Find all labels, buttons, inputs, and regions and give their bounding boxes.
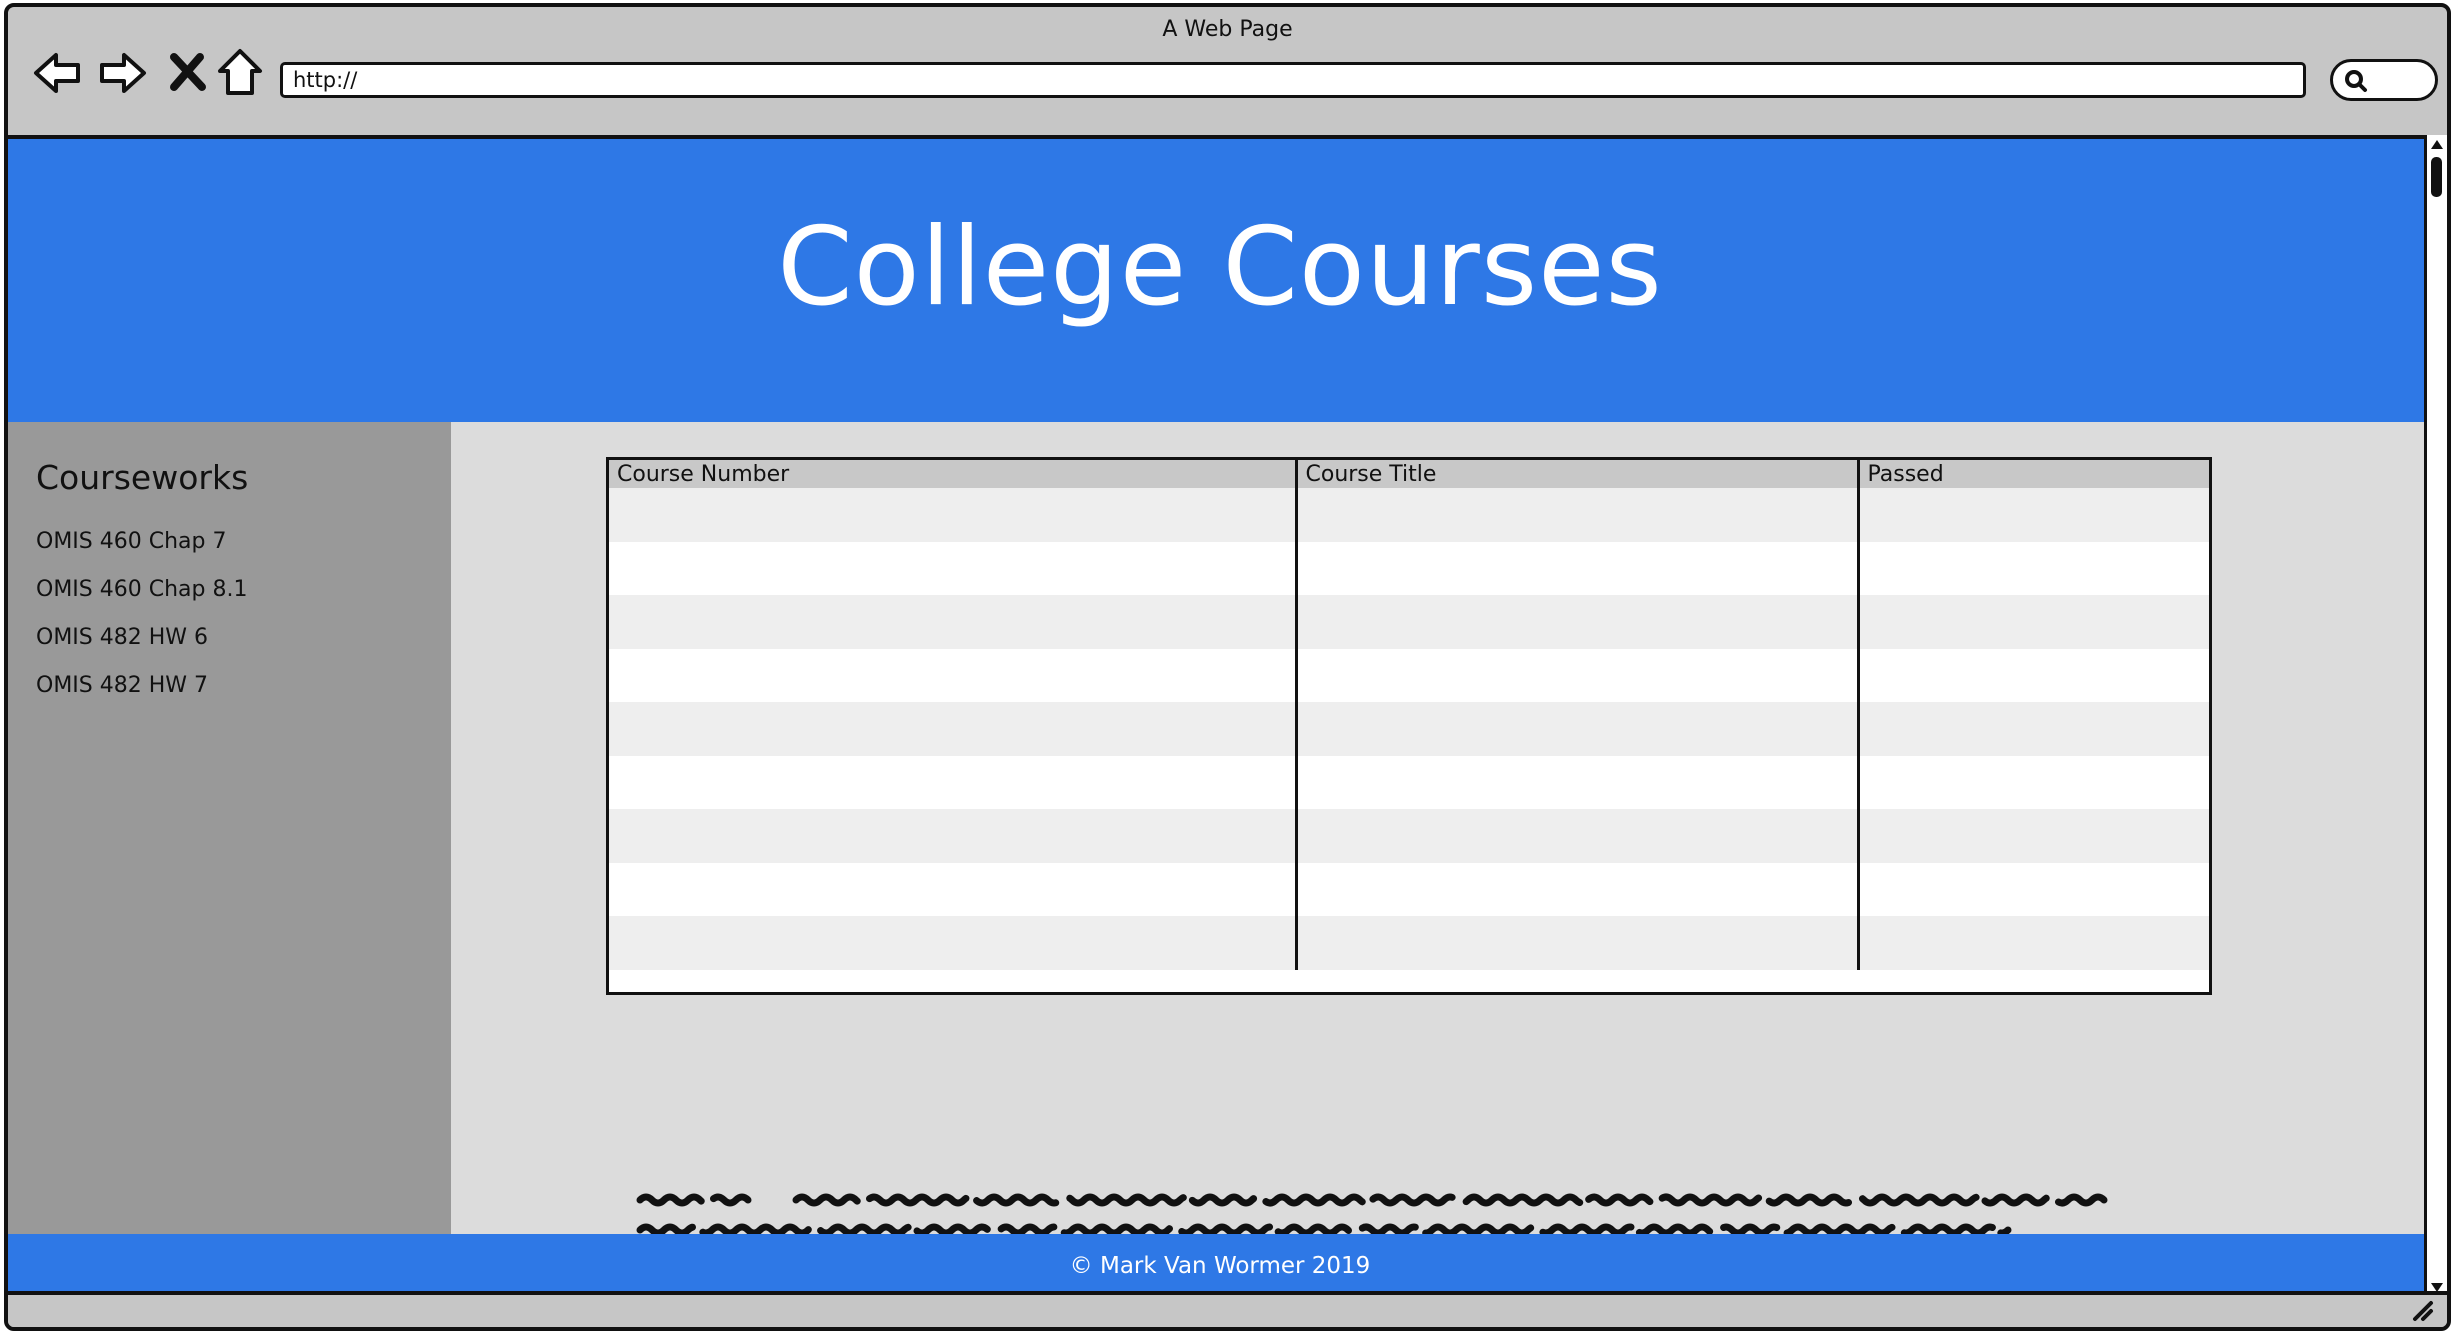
table-row[interactable]	[609, 702, 2209, 756]
sidebar-list: OMIS 460 Chap 7 OMIS 460 Chap 8.1 OMIS 4…	[36, 527, 247, 719]
table-row[interactable]	[609, 488, 2209, 542]
resize-grip-icon[interactable]	[2409, 1297, 2437, 1323]
table-cell	[1296, 916, 1860, 970]
sidebar-item-omis-482-hw-6[interactable]: OMIS 482 HW 6	[36, 623, 247, 671]
sidebar-heading: Courseworks	[36, 458, 249, 497]
status-bar	[8, 1291, 2447, 1327]
table-cell	[609, 595, 1298, 649]
table-cell	[1296, 488, 1860, 542]
page-content: College Courses Courseworks OMIS 460 Cha…	[8, 135, 2432, 1299]
page-title: College Courses	[777, 205, 1663, 330]
table-cell	[1858, 541, 2209, 595]
page-header: College Courses	[8, 139, 2432, 422]
table-cell	[609, 648, 1298, 702]
table-cell	[609, 862, 1298, 916]
search-button[interactable]	[2330, 59, 2438, 101]
sidebar-item-omis-482-hw-7[interactable]: OMIS 482 HW 7	[36, 671, 247, 719]
column-header-passed[interactable]: Passed	[1858, 460, 2209, 488]
table-row[interactable]	[609, 809, 2209, 863]
table-cell	[1858, 809, 2209, 863]
column-header-course-title[interactable]: Course Title	[1296, 460, 1860, 488]
table-cell	[1858, 862, 2209, 916]
table-body	[609, 488, 2209, 970]
table-row[interactable]	[609, 648, 2209, 702]
table-cell	[1858, 755, 2209, 809]
table-cell	[1296, 595, 1860, 649]
back-icon[interactable]	[30, 45, 86, 101]
table-cell	[1296, 648, 1860, 702]
table-cell	[1296, 862, 1860, 916]
sidebar-item-omis-460-chap-7[interactable]: OMIS 460 Chap 7	[36, 527, 247, 575]
table-cell	[609, 755, 1298, 809]
browser-window: A Web Page http:// College Courses Cours…	[4, 3, 2451, 1331]
table-row[interactable]	[609, 916, 2209, 970]
table-cell	[1296, 755, 1860, 809]
table-cell	[1296, 541, 1860, 595]
scroll-up-icon[interactable]	[2429, 137, 2445, 151]
vertical-scrollbar[interactable]	[2424, 135, 2447, 1299]
table-cell	[1858, 488, 2209, 542]
table-cell	[1858, 916, 2209, 970]
sidebar-item-omis-460-chap-8-1[interactable]: OMIS 460 Chap 8.1	[36, 575, 247, 623]
table-cell	[609, 809, 1298, 863]
table-row[interactable]	[609, 595, 2209, 649]
close-icon[interactable]	[160, 45, 216, 101]
forward-icon[interactable]	[94, 45, 150, 101]
search-icon	[2345, 70, 2367, 92]
window-title: A Web Page	[1162, 17, 1293, 42]
table-cell	[609, 541, 1298, 595]
table-row[interactable]	[609, 755, 2209, 809]
table-cell	[609, 916, 1298, 970]
page-footer: © Mark Van Wormer 2019	[8, 1234, 2432, 1299]
table-cell	[609, 488, 1298, 542]
sidebar: Courseworks OMIS 460 Chap 7 OMIS 460 Cha…	[8, 422, 451, 1234]
table-cell	[1858, 648, 2209, 702]
column-header-course-number[interactable]: Course Number	[609, 460, 1298, 488]
table-row[interactable]	[609, 541, 2209, 595]
table-cell	[1858, 595, 2209, 649]
url-field[interactable]: http://	[280, 62, 2306, 98]
table-cell	[1296, 809, 1860, 863]
table-cell	[1858, 702, 2209, 756]
table-row[interactable]	[609, 862, 2209, 916]
scroll-thumb[interactable]	[2431, 157, 2442, 197]
table-cell	[609, 702, 1298, 756]
courses-table: Course Number Course Title Passed	[606, 457, 2212, 995]
table-cell	[1296, 702, 1860, 756]
home-icon[interactable]	[212, 45, 268, 101]
